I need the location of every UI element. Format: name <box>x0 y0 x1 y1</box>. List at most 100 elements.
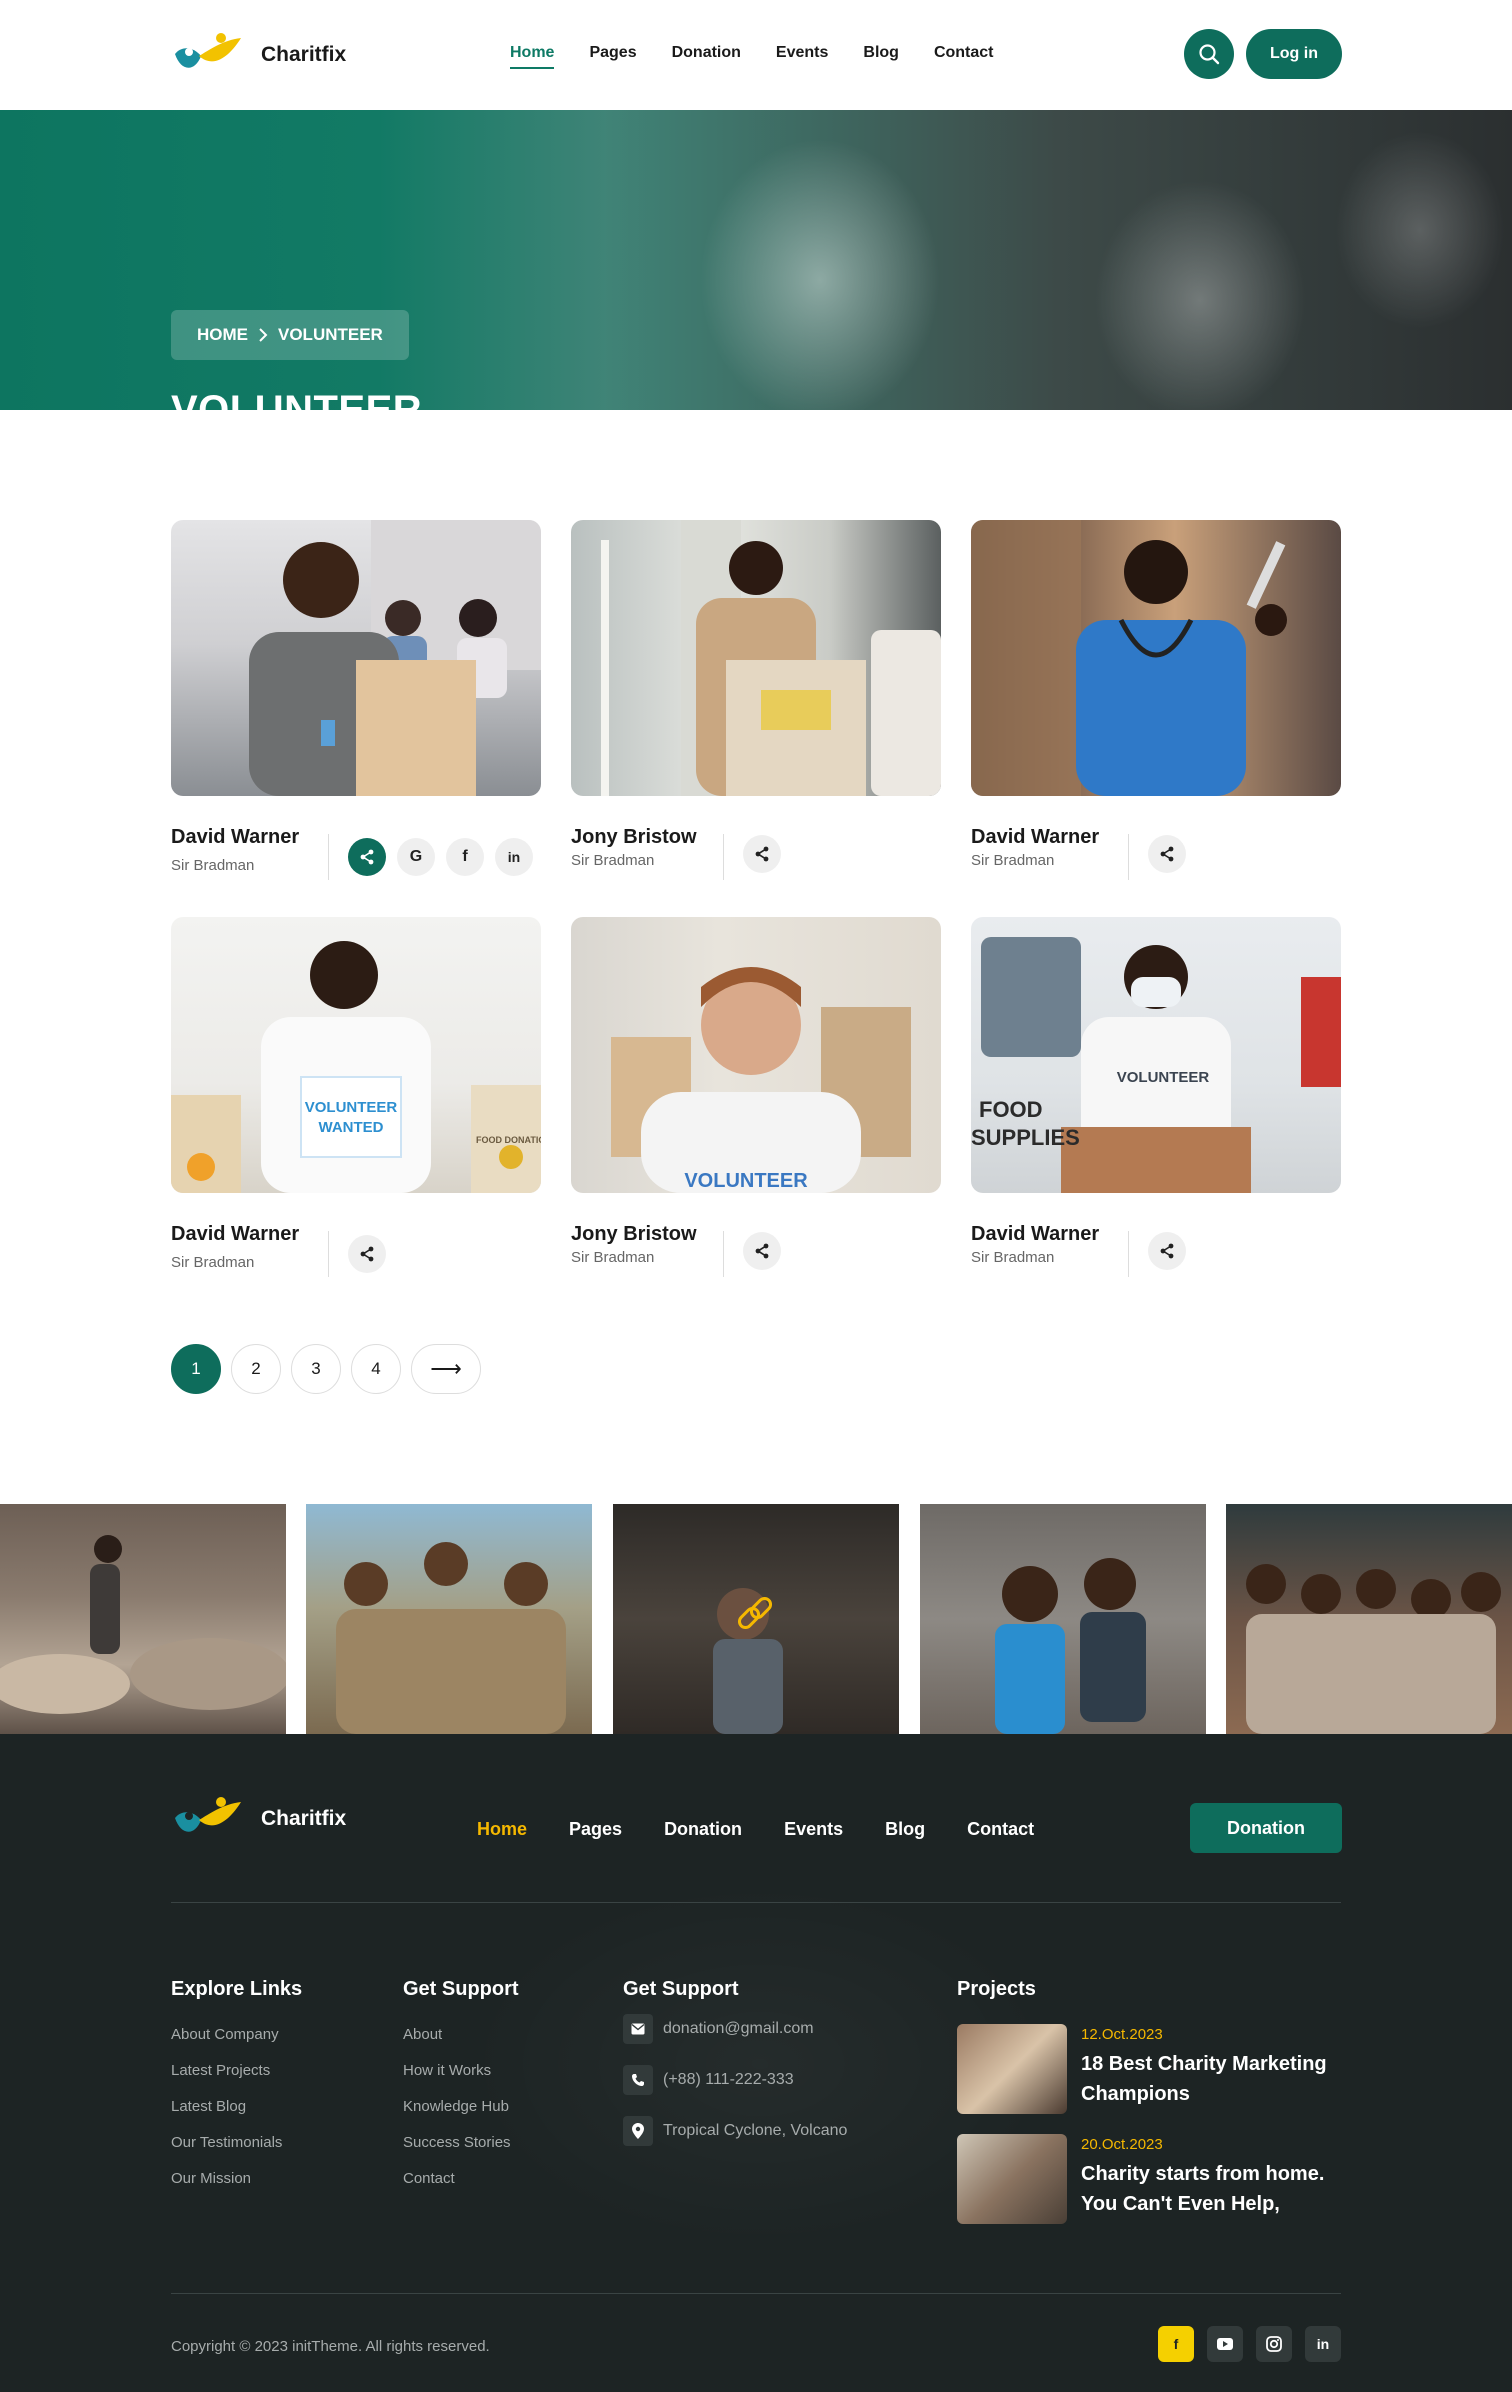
volunteer-name[interactable]: Jony Bristow <box>571 1223 697 1246</box>
logo[interactable]: Charitfix <box>171 32 346 78</box>
facebook-button[interactable]: f <box>1158 2326 1194 2362</box>
footer-link[interactable]: How it Works <box>403 2062 491 2079</box>
volunteer-name[interactable]: David Warner <box>971 826 1099 849</box>
facebook-icon: f <box>462 848 468 865</box>
brand-name: Charitfix <box>261 1807 347 1830</box>
breadcrumb-current: VOLUNTEER <box>278 325 383 344</box>
volunteer-image: VOLUNTEER FOOD SUPPLIES <box>971 937 1341 1193</box>
breadcrumb-home[interactable]: HOME <box>197 325 248 345</box>
nav-blog[interactable]: Blog <box>863 44 899 69</box>
footer-link[interactable]: Latest Projects <box>171 2062 270 2079</box>
page-button[interactable]: 4 <box>351 1344 401 1394</box>
nav-contact[interactable]: Contact <box>934 44 994 69</box>
footer-link[interactable]: Our Testimonials <box>171 2134 282 2151</box>
footer-link[interactable]: About <box>403 2026 442 2043</box>
gallery-photo <box>336 1542 566 1734</box>
share-icon <box>360 1246 374 1262</box>
page-button[interactable]: 3 <box>291 1344 341 1394</box>
logo-icon <box>175 33 241 68</box>
footer-divider <box>171 1902 1341 1903</box>
share-icon <box>755 846 769 862</box>
nav-pages[interactable]: Pages <box>589 44 636 69</box>
footer-link[interactable]: Knowledge Hub <box>403 2098 509 2115</box>
support-heading: Get Support <box>403 1978 519 2000</box>
share-button[interactable] <box>1148 835 1186 873</box>
footer-link[interactable]: Success Stories <box>403 2134 511 2151</box>
search-button[interactable] <box>1184 29 1234 79</box>
google-icon: G <box>409 848 423 865</box>
search-icon <box>1199 44 1220 65</box>
divider <box>328 834 329 880</box>
facebook-button[interactable]: f <box>446 838 484 876</box>
volunteer-card: VOLUNTEER Jony Bristow Sir Bradman <box>571 917 941 1277</box>
volunteer-photo[interactable]: VOLUNTEER FOOD SUPPLIES <box>971 917 1341 1193</box>
volunteer-image <box>971 520 1287 796</box>
footer-nav-blog[interactable]: Blog <box>885 1819 925 1840</box>
project-thumbnail[interactable] <box>957 2134 1067 2224</box>
divider <box>723 1231 724 1277</box>
volunteer-card: VOLUNTEER FOOD SUPPLIES David Warner Sir… <box>971 917 1341 1277</box>
share-button[interactable] <box>743 835 781 873</box>
linkedin-button[interactable]: in <box>495 838 533 876</box>
login-button[interactable]: Log in <box>1246 29 1342 79</box>
share-button[interactable] <box>348 838 386 876</box>
share-button[interactable] <box>743 1232 781 1270</box>
volunteer-name[interactable]: David Warner <box>171 826 299 849</box>
footer-link[interactable]: Contact <box>403 2170 455 2187</box>
explore-heading: Explore Links <box>171 1978 303 2000</box>
footer-link[interactable]: Our Mission <box>171 2170 251 2187</box>
footer-nav-pages[interactable]: Pages <box>569 1819 622 1840</box>
sign-line2: WANTED <box>319 1119 384 1136</box>
linkedin-button[interactable]: in <box>1305 2326 1341 2362</box>
footer-nav-donation[interactable]: Donation <box>664 1819 742 1840</box>
donation-button[interactable]: Donation <box>1190 1803 1342 1853</box>
volunteer-name[interactable]: Jony Bristow <box>571 826 697 849</box>
footer-link[interactable]: Latest Blog <box>171 2098 246 2115</box>
volunteer-role: Sir Bradman <box>171 1254 255 1271</box>
shirt-text: VOLUNTEER <box>684 1170 808 1192</box>
gallery-image[interactable] <box>0 1504 286 1734</box>
nav-donation[interactable]: Donation <box>672 44 741 69</box>
share-button[interactable] <box>1148 1232 1186 1270</box>
gallery-image[interactable] <box>1226 1504 1512 1734</box>
footer-nav-contact[interactable]: Contact <box>967 1819 1034 1840</box>
volunteer-photo[interactable] <box>971 520 1341 796</box>
project-thumbnail[interactable] <box>957 2024 1067 2114</box>
volunteer-photo[interactable]: VOLUNTEER WANTED FOOD DONATION <box>171 917 541 1193</box>
volunteer-photo[interactable] <box>171 520 541 796</box>
instagram-button[interactable] <box>1256 2326 1292 2362</box>
project-title[interactable]: Charity starts from home. You Can't Even… <box>1081 2159 1351 2219</box>
project-date: 12.Oct.2023 <box>1081 2026 1163 2043</box>
contact-phone[interactable]: (+88) 111-222-333 <box>663 2071 794 2089</box>
gallery-image[interactable] <box>920 1504 1206 1734</box>
page-button[interactable]: 1 <box>171 1344 221 1394</box>
google-button[interactable]: G <box>397 838 435 876</box>
volunteer-name[interactable]: David Warner <box>971 1223 1099 1246</box>
footer-nav-home[interactable]: Home <box>477 1819 527 1840</box>
footer-logo[interactable]: Charitfix <box>171 1796 346 1842</box>
youtube-button[interactable] <box>1207 2326 1243 2362</box>
gallery-photo <box>0 1535 286 1714</box>
volunteer-role: Sir Bradman <box>171 857 255 874</box>
facebook-icon: f <box>1173 2336 1179 2352</box>
volunteer-photo[interactable] <box>571 520 941 796</box>
breadcrumb: HOME VOLUNTEER <box>171 310 409 360</box>
sign-line1: VOLUNTEER <box>305 1099 398 1116</box>
volunteer-role: Sir Bradman <box>971 852 1055 869</box>
gallery-image[interactable] <box>613 1504 899 1734</box>
food-line1: FOOD <box>979 1097 1043 1122</box>
volunteer-name[interactable]: David Warner <box>171 1223 299 1246</box>
project-title[interactable]: 18 Best Charity Marketing Champions <box>1081 2049 1351 2109</box>
contact-email[interactable]: donation@gmail.com <box>663 2020 814 2038</box>
next-page-button[interactable]: ⟶ <box>411 1344 481 1394</box>
gallery-image[interactable] <box>306 1504 592 1734</box>
footer-nav-events[interactable]: Events <box>784 1819 843 1840</box>
nav-home[interactable]: Home <box>510 44 555 69</box>
share-button[interactable] <box>348 1235 386 1273</box>
volunteer-photo[interactable]: VOLUNTEER <box>571 917 941 1193</box>
footer-link[interactable]: About Company <box>171 2026 279 2043</box>
instagram-icon <box>1266 2336 1282 2352</box>
page-button[interactable]: 2 <box>231 1344 281 1394</box>
gallery-photo <box>713 1588 783 1734</box>
nav-events[interactable]: Events <box>776 44 828 69</box>
